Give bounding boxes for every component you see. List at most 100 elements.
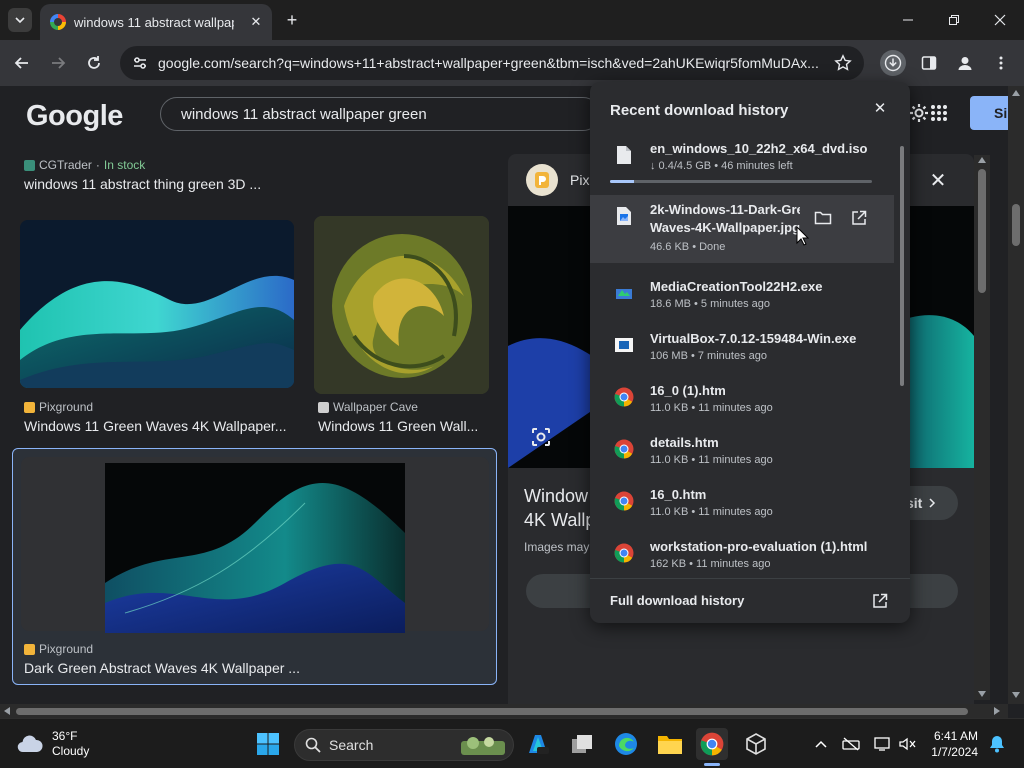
download-filename: 16_0.htm (650, 487, 707, 502)
forward-button[interactable] (45, 50, 71, 76)
folder-icon (658, 736, 682, 754)
tray-display-icon[interactable] (874, 735, 892, 753)
task-view-icon (572, 735, 592, 753)
scroll-thumb[interactable] (978, 169, 986, 293)
taskbar-app-file-explorer[interactable] (654, 728, 686, 760)
cgtrader-favicon-icon (24, 159, 35, 171)
download-progress-bar (610, 180, 872, 183)
download-item[interactable]: details.htm 11.0 KB • 11 minutes ago (590, 428, 894, 480)
chrome-menu-button[interactable] (988, 50, 1014, 76)
tray-volume-muted-icon[interactable] (898, 735, 916, 753)
download-item[interactable]: 16_0.htm 11.0 KB • 11 minutes ago (590, 480, 894, 532)
result-thumbnail[interactable] (314, 216, 489, 394)
taskbar-app-task-view[interactable] (566, 728, 598, 760)
download-status: 162 KB • 11 minutes ago (650, 558, 771, 570)
open-external-icon[interactable] (848, 207, 870, 229)
page-horizontal-scrollbar[interactable] (0, 704, 1008, 718)
scroll-thumb[interactable] (16, 708, 968, 715)
chrome-icon (614, 438, 634, 460)
download-filename: en_windows_10_22h2_x64_dvd.iso (650, 141, 868, 156)
scroll-up-arrow-icon[interactable] (978, 157, 986, 163)
screen: windows 11 abstract wallpaper ✕ + google… (0, 0, 1024, 768)
clock-time: 6:41 AM (933, 729, 978, 743)
bookmark-star-icon[interactable] (832, 52, 854, 74)
windows-taskbar: 36°F Cloudy Search 6:41 AM 1/7/2024 (0, 718, 1024, 768)
tray-network-drive-icon[interactable] (842, 735, 860, 753)
scroll-down-arrow-icon[interactable] (978, 691, 986, 697)
wallpaper-cave-favicon-icon (318, 401, 329, 413)
taskbar-app-edge[interactable] (610, 728, 642, 760)
show-in-folder-icon[interactable] (812, 207, 834, 229)
scroll-thumb[interactable] (1012, 204, 1020, 246)
download-filename: MediaCreationTool22H2.exe (650, 279, 823, 294)
download-item[interactable]: VirtualBox-7.0.12-159484-Win.exe 106 MB … (590, 324, 894, 376)
back-button[interactable] (9, 50, 35, 76)
source-name: Wallpaper Cave (333, 400, 418, 414)
taskbar-clock[interactable]: 6:41 AM 1/7/2024 (924, 728, 978, 760)
downloads-button[interactable] (880, 50, 906, 76)
download-progress-fill (610, 180, 634, 183)
full-download-history-link[interactable]: Full download history (590, 578, 910, 623)
tab-active[interactable]: windows 11 abstract wallpaper ✕ (40, 4, 272, 40)
download-filename: workstation-pro-evaluation (1).html (650, 539, 868, 554)
active-app-indicator (704, 763, 720, 766)
start-button[interactable] (252, 728, 284, 760)
weather-widget[interactable]: 36°F Cloudy (16, 729, 89, 759)
download-item[interactable]: en_windows_10_22h2_x64_dvd.iso ↓ 0.4/4.5… (590, 134, 894, 186)
chrome-icon (614, 490, 634, 512)
pixground-logo-icon (526, 164, 558, 196)
scroll-left-arrow-icon[interactable] (4, 707, 10, 715)
mouse-cursor-icon (796, 226, 810, 246)
side-panel-button[interactable] (916, 50, 942, 76)
taskbar-app-chrome[interactable] (696, 728, 728, 760)
site-info-icon[interactable] (128, 51, 152, 75)
scroll-right-arrow-icon[interactable] (994, 707, 1000, 715)
close-window-button[interactable] (988, 8, 1012, 32)
selected-result-card[interactable]: Pixground Dark Green Abstract Waves 4K W… (12, 448, 497, 685)
page-vertical-scrollbar[interactable] (1008, 86, 1024, 704)
google-lens-icon[interactable] (530, 426, 552, 453)
tab-close-icon[interactable]: ✕ (248, 14, 264, 30)
profile-button[interactable] (952, 50, 978, 76)
preview-source[interactable]: Pix (570, 172, 589, 188)
weather-temperature: 36°F (52, 729, 78, 743)
download-item[interactable]: workstation-pro-evaluation (1).html 162 … (590, 532, 894, 584)
tab-search-button[interactable] (8, 8, 32, 32)
download-list-scrollbar[interactable] (900, 146, 904, 386)
minimize-button[interactable] (896, 8, 920, 32)
chevron-up-icon (815, 740, 827, 748)
result-title[interactable]: Dark Green Abstract Waves 4K Wallpaper .… (24, 660, 324, 676)
download-status: 18.6 MB • 5 minutes ago (650, 298, 771, 310)
result-title[interactable]: Windows 11 Green Waves 4K Wallpaper... (24, 418, 294, 434)
result-title[interactable]: windows 11 abstract thing green 3D ... (24, 176, 294, 192)
url-text[interactable]: google.com/search?q=windows+11+abstract+… (158, 55, 834, 71)
result-title[interactable]: Windows 11 Green Wall... (318, 418, 482, 434)
search-input[interactable]: windows 11 abstract wallpaper green (160, 97, 600, 131)
result-thumbnail[interactable] (20, 220, 294, 388)
preview-close-icon[interactable]: ✕ (926, 168, 950, 192)
restore-button[interactable] (942, 8, 966, 32)
close-download-bubble-icon[interactable]: ✕ (870, 98, 890, 118)
settings-gear-icon[interactable] (908, 102, 930, 129)
taskbar-app-copilot[interactable] (522, 728, 554, 760)
search-icon (305, 737, 321, 753)
google-logo[interactable]: Google (26, 100, 123, 133)
preview-scrollbar[interactable] (974, 155, 990, 700)
show-hidden-icons-button[interactable] (812, 735, 830, 753)
result-thumbnail[interactable] (105, 463, 405, 633)
scroll-up-arrow-icon[interactable] (1012, 90, 1020, 96)
source-name: CGTrader (39, 158, 92, 172)
download-item[interactable]: 16_0 (1).htm 11.0 KB • 11 minutes ago (590, 376, 894, 428)
taskbar-search[interactable]: Search (294, 729, 514, 761)
address-bar[interactable]: google.com/search?q=windows+11+abstract+… (120, 46, 864, 80)
notification-bell-icon[interactable] (988, 735, 1006, 753)
download-item[interactable]: MediaCreationTool22H2.exe 18.6 MB • 5 mi… (590, 272, 894, 324)
new-tab-button[interactable]: + (282, 10, 302, 30)
download-filename: VirtualBox-7.0.12-159484-Win.exe (650, 331, 857, 346)
scroll-down-arrow-icon[interactable] (1012, 692, 1020, 698)
taskbar-app-virtualbox[interactable] (740, 728, 772, 760)
download-item[interactable]: 2k-Windows-11-Dark-Gree Waves-4K-Wallpap… (590, 195, 894, 263)
google-apps-icon[interactable] (930, 104, 948, 127)
copilot-preview-icon (529, 735, 549, 754)
reload-button[interactable] (81, 50, 107, 76)
